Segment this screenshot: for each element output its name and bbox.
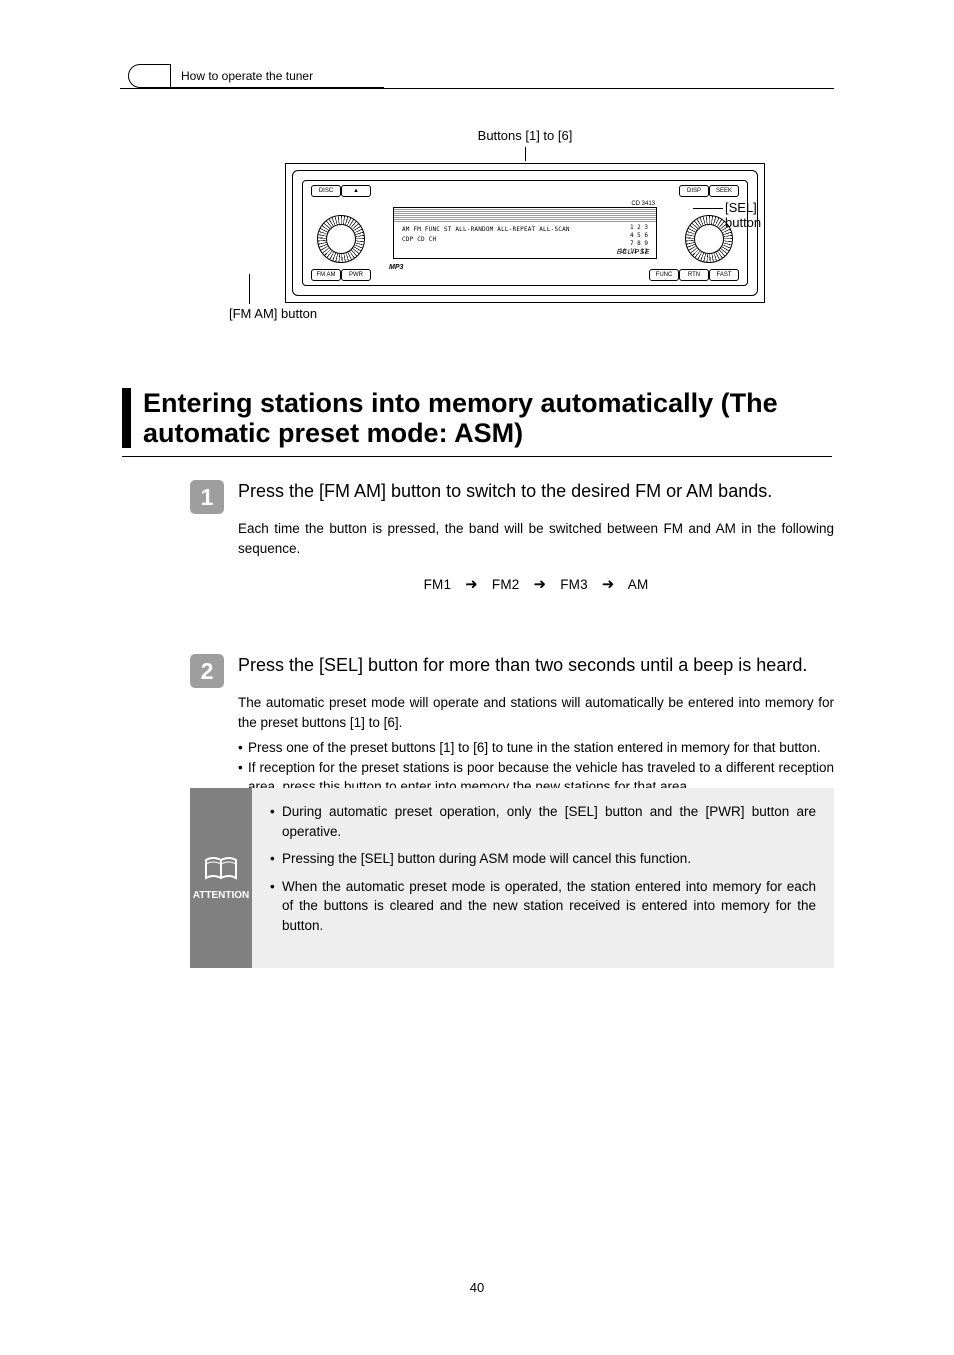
sel-label-2: button [725,215,761,230]
preset-row: 1 2 3 [619,224,648,232]
btn-pwr: PWR [341,269,371,281]
band-fm3: FM3 [560,577,588,592]
band-am: AM [628,577,649,592]
step-body: Press the [SEL] button for more than two… [238,654,834,797]
attention-bullet: During automatic preset operation, only … [270,802,816,841]
attention-box: ATTENTION During automatic preset operat… [190,788,834,968]
btn-disp: DISP [679,185,709,197]
btn-fm-am: FM AM [311,269,341,281]
diagram-right-label: [SEL] button [725,200,761,230]
heading-rule [122,456,832,457]
leader-line-top [525,147,526,161]
section-heading: Entering stations into memory automatica… [143,388,832,448]
device-diagram: Buttons [1] to [6] DISC ▲ DISP SEEK CD 3… [205,128,845,348]
arrow-icon: ➜ [465,576,478,593]
btn-eject: ▲ [341,185,371,197]
attention-sidebar: ATTENTION [190,788,252,968]
step-bullet: Press one of the preset buttons [1] to [… [238,738,834,758]
page: How to operate the tuner Buttons [1] to … [0,0,954,1355]
band-fm2: FM2 [492,577,520,592]
device-face: DISC ▲ DISP SEEK CD 3413 AM FM FUNC ST A… [302,180,748,286]
preset-row: 4 5 6 [619,232,648,240]
step-1: 1 Press the [FM AM] button to switch to … [190,480,834,596]
attention-label: ATTENTION [193,890,249,901]
band-fm1: FM1 [424,577,452,592]
steps-list: 1 Press the [FM AM] button to switch to … [190,480,834,815]
leader-line-bottom [249,274,250,304]
bottom-button-row: FM AM PWR FUNC RTN FAST [311,269,739,281]
btn-seek: SEEK [709,185,739,197]
band-sequence: FM1 ➜ FM2 ➜ FM3 ➜ AM [238,574,834,596]
attention-bullet: Pressing the [SEL] button during ASM mod… [270,849,816,869]
brand-label: ECLIPSE [617,249,650,256]
page-number: 40 [0,1280,954,1295]
arrow-icon: ➜ [533,576,546,593]
device-outline: DISC ▲ DISP SEEK CD 3413 AM FM FUNC ST A… [285,163,765,303]
step-body: Press the [FM AM] button to switch to th… [238,480,834,596]
top-button-row: DISC ▲ DISP SEEK [311,185,739,197]
btn-fast: FAST [709,269,739,281]
section-heading-block: Entering stations into memory automatica… [122,388,832,457]
lcd-panel: AM FM FUNC ST ALL-RANDOM ALL-REPEAT ALL-… [393,207,657,259]
diagram-bottom-label: [FM AM] button [229,306,317,321]
diagram-top-caption: Buttons [1] to [6] [205,128,845,143]
step-main-text: Press the [SEL] button for more than two… [238,654,834,677]
btn-func: FUNC [649,269,679,281]
attention-body: During automatic preset operation, only … [252,788,834,968]
step-hint: Each time the button is pressed, the ban… [238,519,834,558]
section-tab: How to operate the tuner [170,64,384,88]
volume-knob [317,215,365,263]
heading-bar: Entering stations into memory automatica… [122,388,832,448]
step-main-text: Press the [FM AM] button to switch to th… [238,480,834,503]
lcd-indicators: AM FM FUNC ST ALL-RANDOM ALL-REPEAT ALL-… [402,226,648,233]
step-hint: The automatic preset mode will operate a… [238,693,834,732]
header-rule [120,88,834,89]
step-number: 2 [190,654,224,688]
lcd-stripes [394,208,656,222]
book-icon [204,856,238,884]
arrow-icon: ➜ [602,576,615,593]
sel-label-1: [SEL] [725,200,757,215]
leader-line-right [693,208,723,209]
attention-bullet: When the automatic preset mode is operat… [270,877,816,936]
btn-rtn: RTN [679,269,709,281]
lcd-source: CDP CD CH [402,236,648,243]
step-number: 1 [190,480,224,514]
preset-row: 7 8 9 [619,240,648,248]
step-2: 2 Press the [SEL] button for more than t… [190,654,834,797]
btn-disc: DISC [311,185,341,197]
